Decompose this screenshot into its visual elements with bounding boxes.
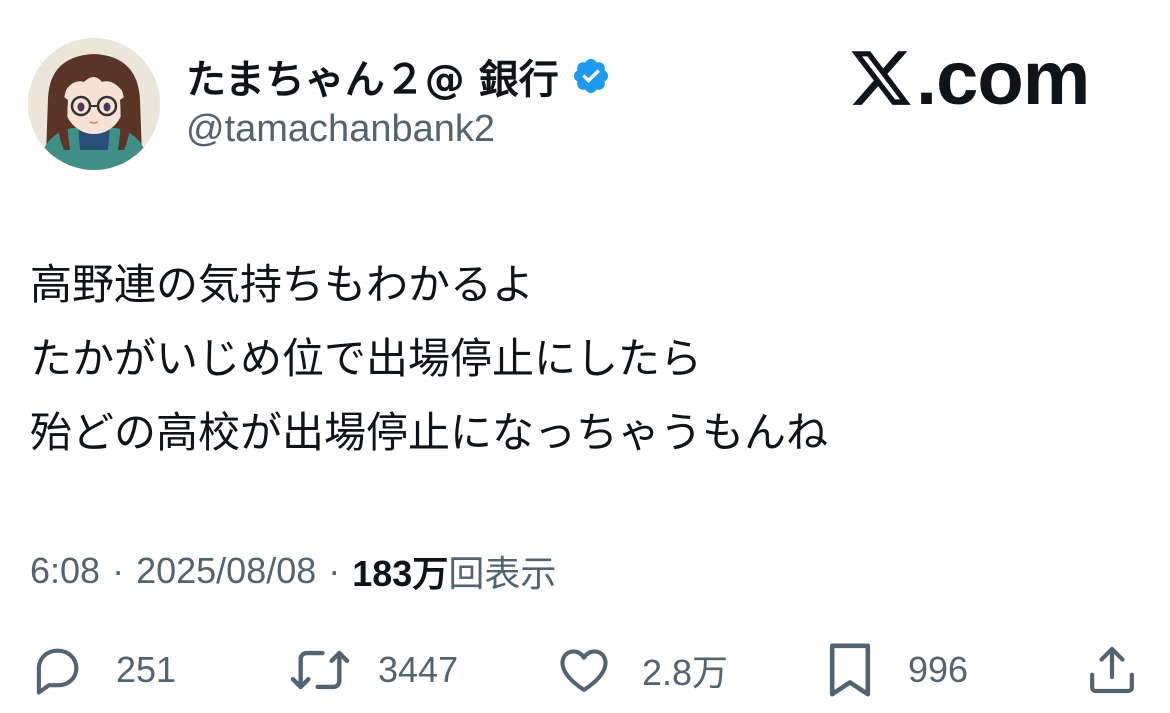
tweet-meta: 6:08 · 2025/08/08 · 183万 回表示 (30, 543, 556, 599)
avatar[interactable] (28, 38, 160, 170)
bookmark-button[interactable]: 996 (822, 638, 968, 702)
repost-icon (290, 650, 350, 690)
reply-button[interactable]: 251 (28, 638, 176, 702)
bookmark-count: 996 (908, 649, 969, 690)
views-label: 回表示 (448, 553, 557, 594)
share-button[interactable] (1084, 638, 1140, 702)
like-button[interactable]: 2.8万 (554, 638, 728, 702)
heart-icon (560, 649, 608, 692)
tweet-time[interactable]: 6:08 (30, 550, 100, 592)
tweet-line: たかがいじめ位で出場停止にしたら (30, 334, 703, 383)
meta-separator: · (328, 550, 341, 591)
like-count: 2.8万 (642, 652, 729, 693)
meta-separator: · (112, 550, 125, 591)
tweet-text: 高野連の気持ちもわかるよ たかがいじめ位で出場停止にしたら 殆どの高校が出場停止… (30, 248, 1130, 470)
repost-count: 3447 (378, 649, 459, 690)
views-count: 183万 (352, 553, 449, 594)
repost-button[interactable]: 3447 (288, 638, 458, 702)
bookmark-icon (829, 643, 871, 697)
author-display-name[interactable]: たまちゃん２@ 銀行 (186, 47, 559, 105)
author-name-row: たまちゃん２@ 銀行 (186, 47, 611, 105)
reply-icon (36, 648, 79, 695)
x-com-branding: .com (848, 36, 1090, 121)
tweet-line: 殆どの高校が出場停止になっちゃうもんね (30, 408, 829, 457)
verified-badge-icon[interactable] (571, 56, 611, 96)
author-handle[interactable]: @tamachanbank2 (186, 108, 495, 151)
tweet-line: 高野連の気持ちもわかるよ (30, 260, 535, 309)
reply-count: 251 (116, 649, 177, 690)
action-bar: 251 3447 2.8万 996 (0, 628, 1170, 712)
x-com-text: .com (916, 35, 1090, 121)
share-icon (1090, 646, 1134, 694)
tweet-date[interactable]: 2025/08/08 (136, 550, 316, 592)
x-logo-icon (848, 45, 914, 111)
